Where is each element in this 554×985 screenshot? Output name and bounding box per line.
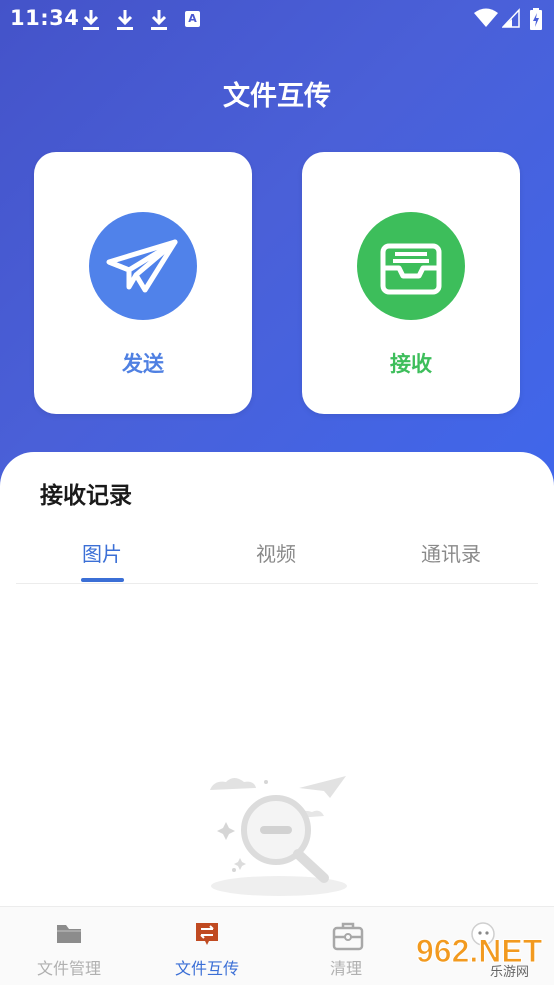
nav-label: 清理	[329, 959, 362, 978]
receive-card[interactable]: 接收	[302, 152, 520, 414]
paper-plane-icon	[106, 239, 178, 293]
nav-item-file-transfer[interactable]: 文件互传	[142, 907, 272, 985]
nav-item-file-manager[interactable]: 文件管理	[4, 907, 134, 985]
receive-icon-circle	[357, 212, 465, 320]
receive-label: 接收	[390, 352, 432, 376]
records-sheet: 接收记录 图片 视频 通讯录	[0, 452, 554, 984]
send-icon-circle	[89, 212, 197, 320]
empty-search-icon	[210, 776, 347, 896]
app-notification-icon: A	[185, 11, 200, 27]
status-time: 11:34	[10, 6, 80, 30]
wifi-icon	[474, 8, 498, 27]
briefcase-icon	[332, 922, 364, 951]
nav-label: 文件管理	[36, 959, 101, 978]
watermark-logo: 962.NET 乐游网	[416, 922, 543, 978]
tab-videos[interactable]: 视频	[216, 538, 336, 567]
folder-icon	[57, 925, 81, 943]
records-title: 接收记录	[40, 483, 132, 509]
tab-images[interactable]: 图片	[42, 538, 162, 567]
status-bar: 11:34 A	[0, 0, 554, 40]
battery-icon	[530, 8, 542, 30]
nav-item-clean[interactable]: 清理	[281, 907, 411, 985]
watermark-text: 962.NET	[416, 933, 543, 969]
download-icon	[151, 10, 167, 30]
signal-icon	[502, 8, 520, 28]
page-title: 文件互传	[223, 81, 331, 112]
inbox-tray-icon	[380, 243, 442, 295]
nav-label: 文件互传	[174, 959, 239, 978]
send-card[interactable]: 发送	[34, 152, 252, 414]
tab-contacts[interactable]: 通讯录	[391, 538, 511, 567]
tab-divider	[16, 583, 538, 584]
download-icon	[83, 10, 99, 30]
send-label: 发送	[122, 352, 164, 376]
watermark-subtext: 乐游网	[490, 965, 529, 978]
download-icon	[117, 10, 133, 30]
transfer-icon	[196, 923, 218, 945]
tab-indicator	[81, 578, 124, 582]
